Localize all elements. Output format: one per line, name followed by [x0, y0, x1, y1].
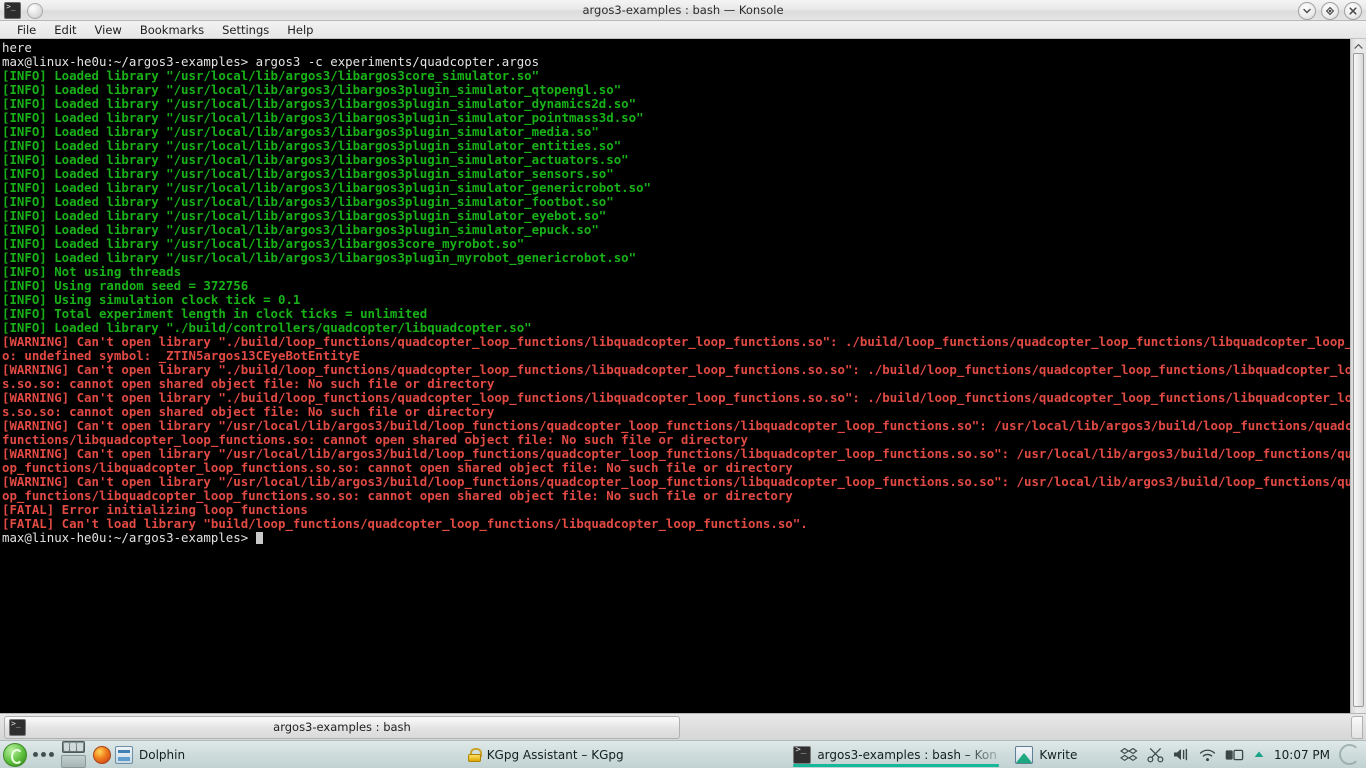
pager-cell — [76, 743, 83, 751]
terminal-line: [INFO] Using simulation clock tick = 0.1 — [2, 292, 301, 307]
battery-icon[interactable] — [1225, 748, 1244, 762]
terminal-line: [WARNING] Can't open library "./build/lo… — [2, 362, 1366, 377]
terminal-tab-label: argos3-examples : bash — [273, 720, 411, 734]
terminal-output-area[interactable]: here max@linux-he0u:~/argos3-examples> ar… — [0, 39, 1366, 713]
terminal-line: [WARNING] Can't open library "/usr/local… — [2, 474, 1366, 489]
application-launcher-icon[interactable] — [3, 742, 27, 767]
terminal-line: [INFO] Total experiment length in clock … — [2, 306, 428, 321]
terminal-line: o: undefined symbol: _ZTIN5argos13CEyeBo… — [2, 348, 361, 363]
kwrite-icon — [1015, 745, 1034, 764]
terminal-line: [INFO] Using random seed = 372756 — [2, 278, 249, 293]
terminal-line: [INFO] Loaded library "/usr/local/lib/ar… — [2, 138, 622, 153]
show-hidden-arrow-icon[interactable] — [1253, 750, 1265, 759]
show-desktop-dot — [33, 752, 38, 757]
window-controls — [1298, 2, 1362, 20]
dropbox-icon[interactable] — [1120, 747, 1138, 763]
terminal-line: [WARNING] Can't open library "/usr/local… — [2, 418, 1366, 433]
terminal-line: [FATAL] Error initializing loop function… — [2, 502, 308, 517]
terminal-line: [INFO] Loaded library "./build/controlle… — [2, 320, 532, 335]
menu-view[interactable]: View — [86, 22, 131, 38]
terminal-line: [INFO] Loaded library "/usr/local/lib/ar… — [2, 250, 637, 265]
konsole-tabbar: argos3-examples : bash — [0, 713, 1366, 740]
terminal-cursor — [255, 532, 263, 544]
window-title: argos3-examples : bash — Konsole — [582, 2, 784, 17]
clock-label[interactable]: 10:07 PM — [1274, 748, 1330, 762]
tabbar-right-stub[interactable] — [1351, 715, 1363, 739]
scrollbar-thumb[interactable] — [1353, 53, 1364, 707]
desktop-taskbar: Dolphin KGpg Assistant – KGpg argos3-exa… — [0, 740, 1366, 768]
firefox-icon[interactable] — [93, 745, 111, 764]
terminal-line: [INFO] Loaded library "/usr/local/lib/ar… — [2, 208, 607, 223]
desktop-screen: argos3-examples : bash — Konsole File Ed… — [0, 0, 1366, 768]
maximize-button[interactable] — [1321, 2, 1339, 20]
terminal-line: max@linux-he0u:~/argos3-examples> argos3… — [2, 54, 540, 69]
menu-settings[interactable]: Settings — [213, 22, 278, 38]
terminal-line: [INFO] Loaded library "/usr/local/lib/ar… — [2, 180, 652, 195]
pager-cell — [70, 743, 76, 751]
dolphin-icon — [115, 745, 133, 764]
terminal-line: s.so.so: cannot open shared object file:… — [2, 404, 495, 419]
menu-file[interactable]: File — [8, 22, 45, 38]
terminal-line: [INFO] Loaded library "/usr/local/lib/ar… — [2, 152, 629, 167]
terminal-line: [INFO] Loaded library "/usr/local/lib/ar… — [2, 236, 525, 251]
terminal-tab[interactable]: argos3-examples : bash — [4, 715, 680, 739]
system-tray: 10:07 PM — [1120, 744, 1366, 765]
volume-icon[interactable] — [1173, 747, 1190, 762]
taskbar-item-konsole[interactable]: argos3-examples : bash – Kon — [789, 742, 1011, 768]
taskbar-item-label: KGpg Assistant – KGpg — [486, 747, 624, 762]
menu-edit[interactable]: Edit — [45, 22, 85, 38]
terminal-line: [WARNING] Can't open library "/usr/local… — [2, 446, 1366, 461]
lock-icon — [467, 747, 482, 762]
taskbar-item-kgpg[interactable]: KGpg Assistant – KGpg — [464, 742, 675, 768]
show-desktop-dot — [49, 752, 54, 757]
terminal-line: functions/libquadcopter_loop_functions.s… — [2, 432, 748, 447]
terminal-line: op_functions/libquadcopter_loop_function… — [2, 460, 793, 475]
menubar: File Edit View Bookmarks Settings Help — [0, 21, 1366, 39]
close-button[interactable] — [1344, 2, 1362, 20]
shade-button[interactable] — [1298, 2, 1316, 20]
terminal-line: [WARNING] Can't open library "./build/lo… — [2, 390, 1366, 405]
pager-desktop-two — [60, 755, 86, 768]
pager-desktop-row — [61, 741, 85, 753]
desktop-toolbox-icon[interactable] — [1339, 744, 1360, 765]
tabbar-spacer — [680, 716, 1351, 739]
terminal-line: [INFO] Loaded library "/usr/local/lib/ar… — [2, 194, 614, 209]
menu-bookmarks[interactable]: Bookmarks — [131, 22, 213, 38]
active-task-indicator — [793, 763, 1000, 767]
terminal-line: [INFO] Loaded library "/usr/local/lib/ar… — [2, 68, 540, 83]
taskbar-item-kwrite[interactable]: Kwrite — [1011, 742, 1120, 768]
scroll-up-icon[interactable] — [1351, 40, 1366, 52]
taskbar-item-label: argos3-examples : bash – Kon — [817, 747, 997, 762]
konsole-icon — [793, 745, 812, 764]
menu-help[interactable]: Help — [278, 22, 322, 38]
window-titlebar[interactable]: argos3-examples : bash — Konsole — [0, 0, 1366, 21]
terminal-text: here max@linux-he0u:~/argos3-examples> ar… — [2, 40, 1366, 545]
terminal-line: s.so.so: cannot open shared object file:… — [2, 376, 495, 391]
klipper-scissors-icon[interactable] — [1147, 747, 1164, 763]
pager-cell — [63, 743, 70, 751]
pager-widget[interactable] — [60, 741, 86, 768]
terminal-line: [INFO] Loaded library "/usr/local/lib/ar… — [2, 96, 637, 111]
taskbar-item-label: Dolphin — [139, 747, 186, 762]
terminal-scrollbar[interactable] — [1350, 39, 1366, 713]
taskbar-item-dolphin[interactable]: Dolphin — [111, 742, 278, 768]
wifi-icon[interactable] — [1199, 748, 1216, 762]
terminal-line: [INFO] Loaded library "/usr/local/lib/ar… — [2, 222, 599, 237]
show-desktop-icon[interactable] — [33, 752, 54, 757]
terminal-line: here — [2, 40, 32, 55]
terminal-line: [INFO] Loaded library "/usr/local/lib/ar… — [2, 124, 599, 139]
terminal-line: op_functions/libquadcopter_loop_function… — [2, 488, 793, 503]
terminal-prompt-line: max@linux-he0u:~/argos3-examples> — [2, 531, 1347, 545]
terminal-line: [FATAL] Can't load library "build/loop_f… — [2, 516, 808, 531]
terminal-line: [INFO] Loaded library "/usr/local/lib/ar… — [2, 166, 614, 181]
show-desktop-dot — [41, 752, 46, 757]
terminal-line: [INFO] Loaded library "/usr/local/lib/ar… — [2, 110, 644, 125]
taskbar-item-label: Kwrite — [1039, 747, 1078, 762]
terminal-line: [WARNING] Can't open library "./build/lo… — [2, 334, 1366, 349]
terminal-line: [INFO] Not using threads — [2, 264, 182, 279]
terminal-line: [INFO] Loaded library "/usr/local/lib/ar… — [2, 82, 622, 97]
